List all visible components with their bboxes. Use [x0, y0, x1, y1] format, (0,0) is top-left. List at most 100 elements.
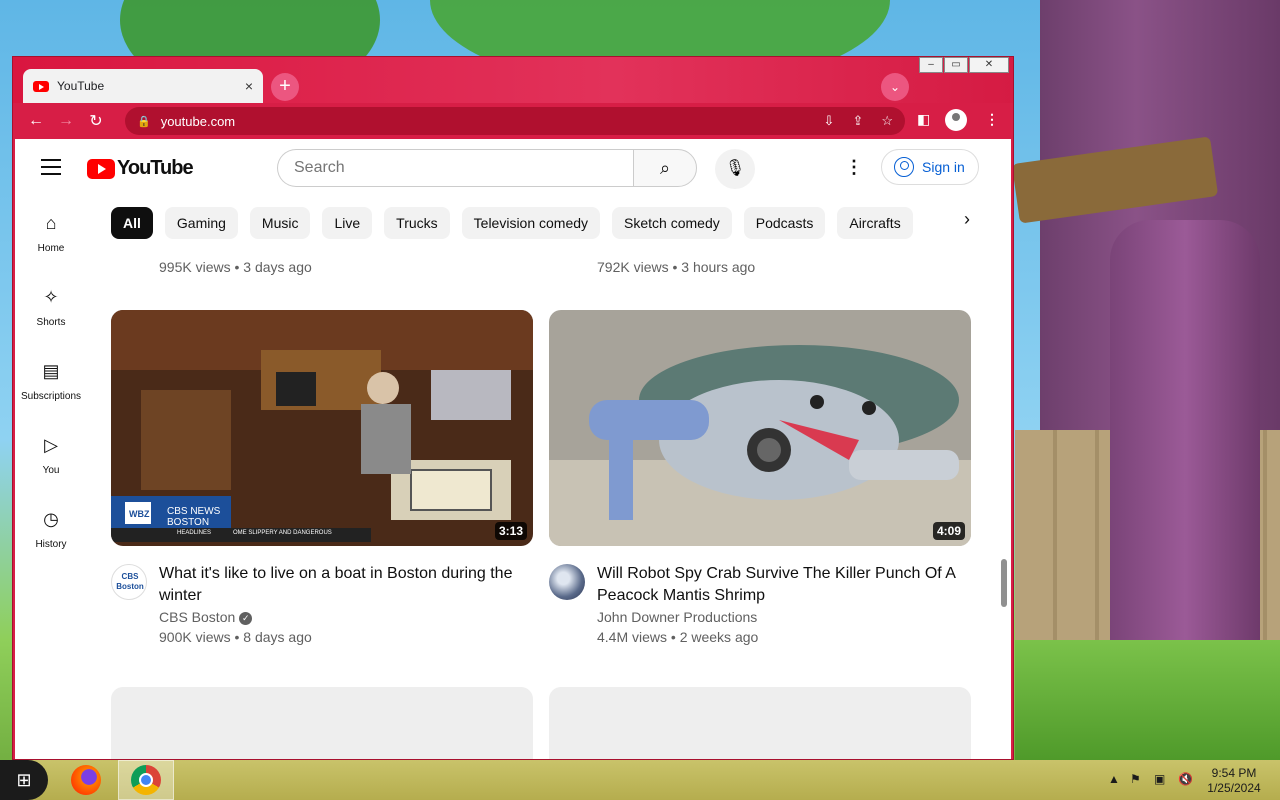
volume-muted-icon[interactable]: 🔇: [1178, 772, 1193, 786]
guide-item-home[interactable]: ⌂ Home: [15, 199, 87, 273]
maximize-button[interactable]: ▭: [944, 57, 968, 73]
sign-in-label: Sign in: [922, 159, 965, 175]
video-title[interactable]: Will Robot Spy Crab Survive The Killer P…: [597, 563, 967, 607]
channel-name[interactable]: John Downer Productions: [597, 609, 757, 625]
video-title[interactable]: What it's like to live on a boat in Bost…: [159, 563, 529, 607]
loading-video-placeholder: [549, 687, 971, 759]
back-arrow-icon[interactable]: ←: [21, 112, 51, 130]
chip-aircrafts[interactable]: Aircrafts: [837, 207, 913, 239]
filter-chips-bar: All Gaming Music Live Trucks Television …: [111, 207, 913, 239]
browser-tab-youtube[interactable]: YouTube ×: [23, 69, 263, 103]
sign-in-button[interactable]: Sign in: [881, 149, 979, 185]
chip-all[interactable]: All: [111, 207, 153, 239]
share-icon[interactable]: ⇪: [852, 113, 863, 129]
chip-live[interactable]: Live: [322, 207, 373, 239]
account-circle-icon: [894, 157, 914, 177]
tab-close-icon[interactable]: ×: [245, 78, 253, 94]
video-meta: 792K views • 3 hours ago: [597, 259, 756, 275]
guide-item-you[interactable]: ▷ You: [15, 421, 87, 495]
browser-titlebar: – ▭ ✕ YouTube × + ⌄: [13, 57, 1013, 103]
thumb-banner-text: CBS NEWS BOSTON: [167, 506, 221, 528]
guide-sidebar: ⌂ Home ✧ Shorts ▤ Subscriptions ▷ You ◷ …: [15, 199, 87, 569]
robot-crab-thumbnail-image: [549, 310, 971, 546]
chevron-right-icon[interactable]: ›: [955, 209, 979, 230]
guide-label: You: [42, 465, 60, 476]
youtube-logo[interactable]: YouTube: [87, 157, 194, 180]
youtube-favicon-icon: [33, 80, 49, 92]
youtube-play-logo-icon: [87, 158, 115, 179]
reload-icon[interactable]: ↻: [81, 111, 111, 131]
new-tab-button[interactable]: +: [271, 73, 299, 101]
close-window-button[interactable]: ✕: [969, 57, 1009, 73]
guide-label: Shorts: [36, 317, 66, 328]
channel-avatar[interactable]: CBS Boston: [111, 564, 147, 600]
video-meta: 900K views • 8 days ago: [159, 629, 312, 645]
shorts-icon: ✧: [43, 287, 59, 307]
chip-sketch-comedy[interactable]: Sketch comedy: [612, 207, 732, 239]
tab-title: YouTube: [57, 79, 105, 93]
verified-check-icon: ✓: [239, 611, 253, 625]
bookmark-star-icon[interactable]: ☆: [881, 113, 893, 129]
loading-video-placeholder: [111, 687, 533, 759]
search-box: ⌕: [277, 149, 697, 187]
channel-name[interactable]: CBS Boston ✓: [159, 609, 253, 625]
chrome-icon: [131, 765, 161, 795]
tray-overflow-icon[interactable]: ▲: [1108, 772, 1120, 786]
system-clock[interactable]: 9:54 PM 1/25/2024: [1202, 766, 1266, 796]
chip-podcasts[interactable]: Podcasts: [743, 207, 826, 239]
network-icon[interactable]: ▣: [1154, 772, 1165, 786]
youtube-page: YouTube ⌕ 🎙 ⋮ Sign in All Gaming Music L…: [15, 139, 1011, 759]
chip-gaming[interactable]: Gaming: [164, 207, 238, 239]
address-url[interactable]: youtube.com: [161, 114, 806, 129]
clock-date: 1/25/2024: [1207, 781, 1261, 795]
guide-label: Home: [37, 243, 65, 254]
guide-item-history[interactable]: ◷ History: [15, 495, 87, 569]
channel-avatar[interactable]: [549, 564, 585, 600]
browser-toolbar: ← → ↻ 🔒 youtube.com ⇩ ⇪ ☆ ◧ ⋮: [13, 103, 1013, 139]
forward-arrow-icon[interactable]: →: [51, 112, 81, 130]
chip-music[interactable]: Music: [249, 207, 311, 239]
home-icon: ⌂: [45, 213, 57, 233]
browser-menu-icon[interactable]: ⋮: [985, 111, 999, 128]
lock-icon: 🔒: [137, 115, 151, 128]
guide-item-subscriptions[interactable]: ▤ Subscriptions: [15, 347, 87, 421]
profile-avatar-icon[interactable]: [945, 109, 967, 131]
windows-taskbar: ⊞ ▲ ⚑ ▣ 🔇 9:54 PM 1/25/2024: [0, 760, 1280, 800]
background-grass: [1015, 640, 1280, 760]
search-input[interactable]: [277, 149, 633, 187]
address-bar[interactable]: 🔒 youtube.com ⇩ ⇪ ☆: [125, 107, 905, 135]
chip-television-comedy[interactable]: Television comedy: [461, 207, 601, 239]
guide-label: History: [35, 539, 67, 550]
start-button[interactable]: ⊞: [0, 760, 48, 800]
hamburger-menu-icon[interactable]: [41, 159, 61, 175]
side-panel-icon[interactable]: ◧: [917, 111, 930, 128]
thumb-logo-text: WBZ: [129, 509, 150, 519]
action-center-flag-icon[interactable]: ⚑: [1130, 772, 1141, 786]
youtube-masthead: YouTube ⌕ 🎙 ⋮ Sign in: [15, 139, 1011, 195]
taskbar-chrome[interactable]: [118, 760, 174, 800]
guide-label: Subscriptions: [20, 391, 82, 402]
tab-search-button[interactable]: ⌄: [881, 73, 909, 101]
history-icon: ◷: [43, 509, 59, 529]
browser-window: – ▭ ✕ YouTube × + ⌄ ← → ↻ 🔒 youtube.com …: [12, 56, 1014, 760]
voice-search-button[interactable]: 🎙: [715, 149, 755, 189]
page-scrollbar-thumb[interactable]: [1001, 559, 1007, 607]
channel-name-text: CBS Boston: [159, 609, 236, 625]
chip-trucks[interactable]: Trucks: [384, 207, 450, 239]
guide-item-shorts[interactable]: ✧ Shorts: [15, 273, 87, 347]
install-app-icon[interactable]: ⇩: [824, 113, 835, 129]
minimize-button[interactable]: –: [919, 57, 943, 73]
settings-more-icon[interactable]: ⋮: [845, 157, 863, 178]
cbs-boston-logo-text: CBS Boston: [116, 572, 144, 591]
video-duration: 4:09: [932, 522, 965, 540]
video-thumbnail[interactable]: WBZ CBS NEWS BOSTON HEADLINES OME SLIPPE…: [111, 310, 533, 546]
video-meta: 995K views • 3 days ago: [159, 259, 312, 275]
taskbar-firefox[interactable]: [58, 760, 114, 800]
windows-logo-icon: ⊞: [16, 770, 32, 790]
youtube-logo-text: YouTube: [117, 157, 194, 179]
you-library-icon: ▷: [44, 435, 58, 455]
search-button[interactable]: ⌕: [633, 149, 697, 187]
thumb-ticker-text: HEADLINES: [177, 530, 212, 536]
video-thumbnail[interactable]: 4:09: [549, 310, 971, 546]
video-meta: 4.4M views • 2 weeks ago: [597, 629, 759, 645]
